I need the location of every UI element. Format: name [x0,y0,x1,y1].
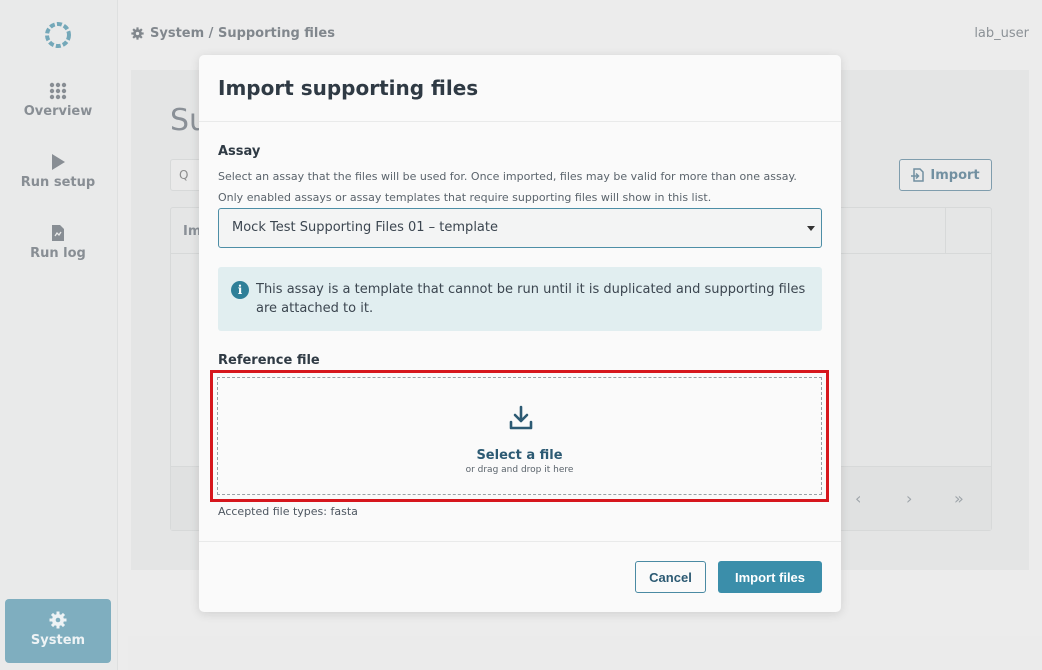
drop-hint: or drag and drop it here [465,465,574,475]
info-icon: i [231,281,249,299]
assay-help-text: Select an assay that the files will be u… [218,166,818,208]
reference-file-label: Reference file [218,353,320,368]
download-icon [509,405,533,430]
import-modal: Import supporting files Assay Select an … [199,55,841,612]
file-dropzone[interactable]: Select a file or drag and drop it here [217,377,822,495]
chevron-down-icon [807,226,815,231]
modal-title: Import supporting files [218,76,479,100]
assay-help-line: Select an assay that the files will be u… [218,170,797,183]
assay-select[interactable]: Mock Test Supporting Files 01 – template [218,208,822,248]
info-alert: i This assay is a template that cannot b… [218,267,822,331]
divider [199,121,841,122]
cancel-button[interactable]: Cancel [635,561,706,593]
divider [199,541,841,542]
assay-help-line: Only enabled assays or assay templates t… [218,191,712,204]
import-files-button[interactable]: Import files [718,561,822,593]
assay-select-value: Mock Test Supporting Files 01 – template [232,220,498,235]
info-text: This assay is a template that cannot be … [256,282,806,316]
accepted-file-types: Accepted file types: fasta [218,505,358,518]
assay-label: Assay [218,144,261,159]
select-file-link[interactable]: Select a file [218,448,821,463]
highlight-box: Select a file or drag and drop it here [210,370,829,502]
